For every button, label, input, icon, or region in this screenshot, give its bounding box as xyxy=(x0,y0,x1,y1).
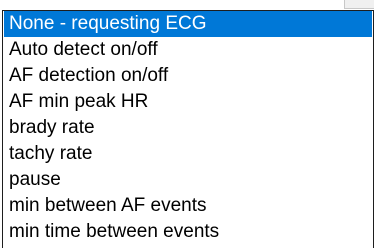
option-pause[interactable]: pause xyxy=(4,167,372,193)
option-none-requesting-ecg[interactable]: None - requesting ECG xyxy=(4,11,372,37)
dropdown-button[interactable] xyxy=(344,0,374,9)
option-tachy-rate[interactable]: tachy rate xyxy=(4,141,372,167)
dropdown-list-popup: None - requesting ECG Auto detect on/off… xyxy=(0,0,374,248)
option-brady-rate[interactable]: brady rate xyxy=(4,115,372,141)
option-af-min-peak-hr[interactable]: AF min peak HR xyxy=(4,89,372,115)
option-min-between-af-events[interactable]: min between AF events xyxy=(4,193,372,219)
combobox-edge xyxy=(0,0,374,10)
option-auto-detect[interactable]: Auto detect on/off xyxy=(4,37,372,63)
option-af-detection[interactable]: AF detection on/off xyxy=(4,63,372,89)
options-list[interactable]: None - requesting ECG Auto detect on/off… xyxy=(2,10,374,248)
option-min-time-between-events[interactable]: min time between events xyxy=(4,219,372,245)
